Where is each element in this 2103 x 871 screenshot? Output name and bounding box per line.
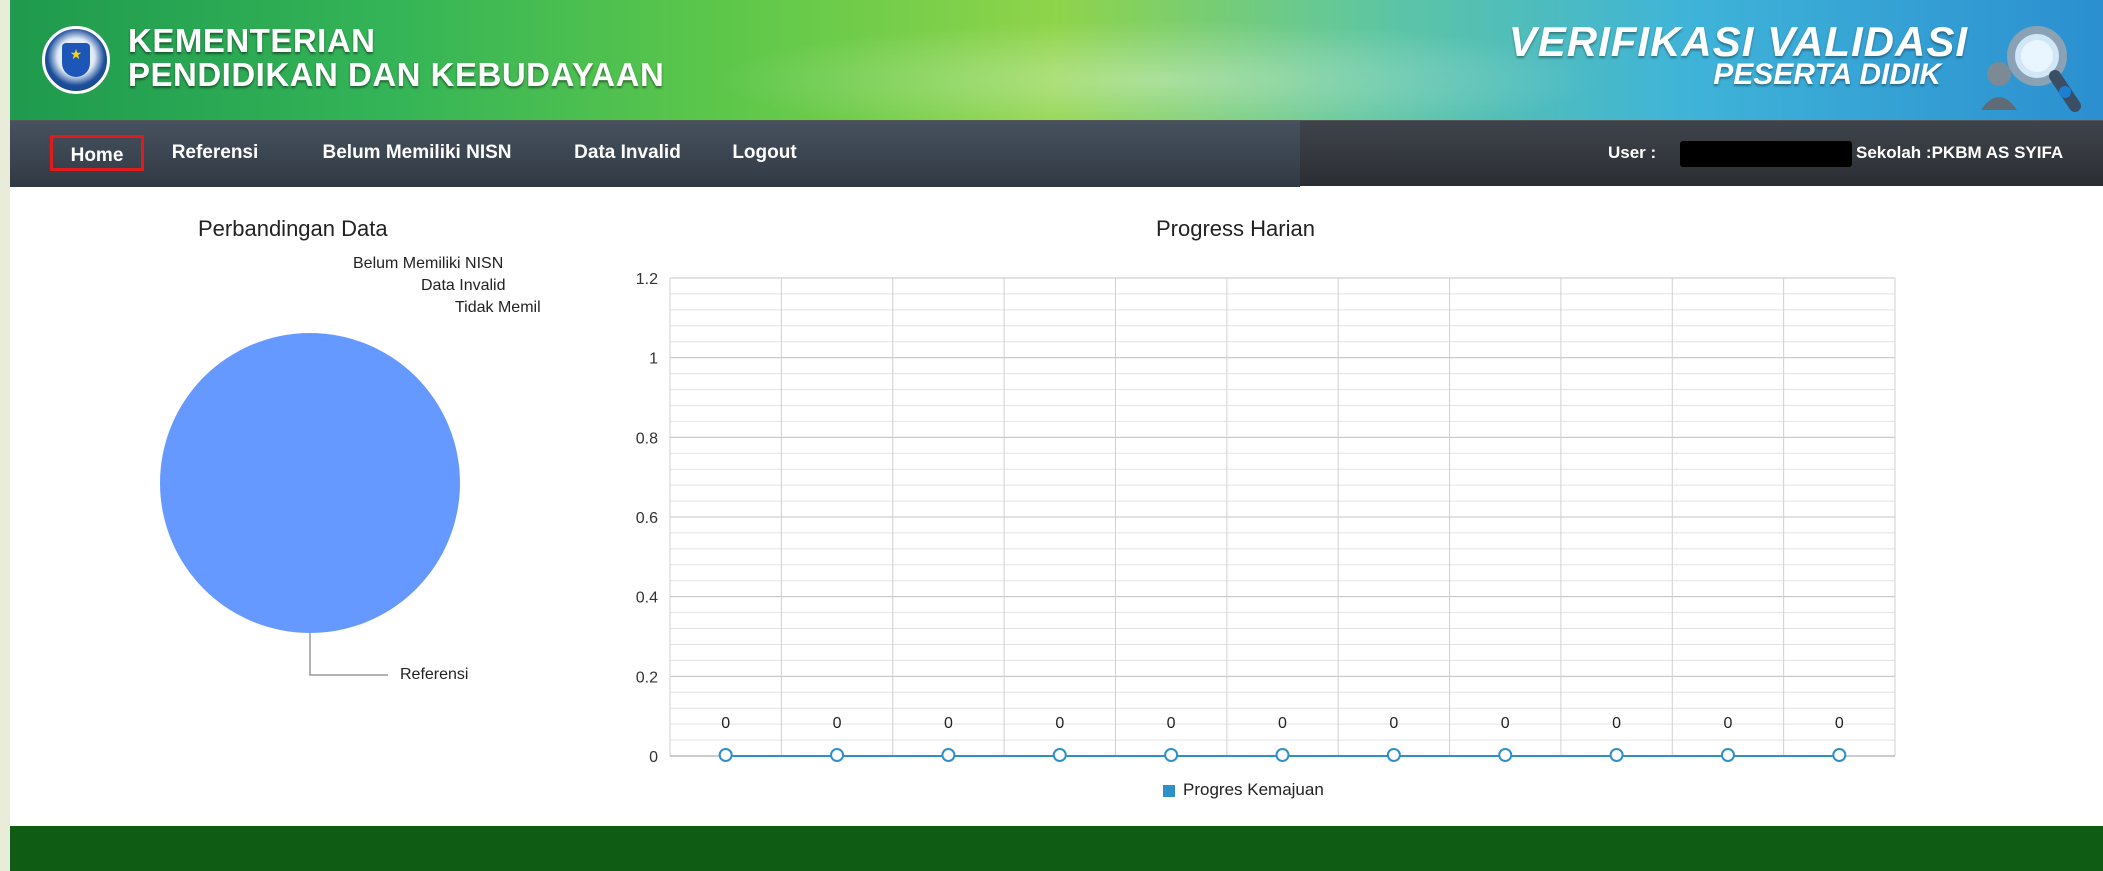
data-label: 0 (1278, 715, 1287, 732)
pie-connector-referensi (309, 633, 388, 676)
pie-label-belum-memiliki-nisn: Belum Memiliki NISN (353, 255, 504, 272)
data-point (941, 748, 956, 762)
y-tick-label: 1 (649, 351, 658, 368)
data-label: 0 (721, 715, 730, 732)
data-point (1609, 748, 1624, 762)
data-label: 0 (1167, 715, 1176, 732)
pie-chart (160, 333, 460, 676)
y-tick-label: 1.2 (636, 271, 658, 288)
data-point (1052, 748, 1067, 762)
y-tick-label: 0.8 (636, 430, 658, 447)
pie-label-data-invalid: Data Invalid (421, 277, 506, 294)
banner-glow (710, 20, 1610, 120)
pie-label-tidak-memil: Tidak Memil (455, 299, 541, 316)
data-label: 0 (1389, 715, 1398, 732)
data-point (1386, 748, 1401, 762)
line-chart-title: Progress Harian (1156, 216, 1315, 241)
app-title-line2: PESERTA DIDIK (1713, 58, 1941, 91)
data-label: 0 (1724, 715, 1733, 732)
legend-label-progres-kemajuan: Progres Kemajuan (1183, 780, 1324, 799)
y-tick-label: 0.4 (636, 590, 658, 607)
nav-logout[interactable]: Logout (722, 135, 807, 171)
progress-line-chart: 0 0.2 0.4 0.6 0.8 1 1.2 0 0 0 0 0 0 0 0 0 0 0 (636, 271, 1896, 766)
data-label: 0 (1612, 715, 1621, 732)
data-point (1720, 748, 1735, 762)
data-label: 0 (1501, 715, 1510, 732)
redacted-username (1680, 141, 1852, 167)
y-tick-label: 0.6 (636, 510, 658, 527)
pie-slice-referensi (160, 333, 460, 633)
magnifier-user-icon (1981, 26, 2081, 112)
footer-bar (10, 826, 2103, 871)
data-label: 0 (944, 715, 953, 732)
left-edge-strip (0, 0, 10, 871)
y-tick-label: 0.2 (636, 669, 658, 686)
y-tick-label: 0 (649, 749, 658, 766)
school-label: Sekolah :PKBM AS SYIFA (1856, 143, 2064, 162)
data-point (1275, 748, 1290, 762)
data-label: 0 (833, 715, 842, 732)
pie-label-referensi: Referensi (400, 666, 469, 683)
user-label: User : (1608, 143, 1657, 162)
data-point (1832, 748, 1847, 762)
data-point (718, 748, 733, 762)
data-label: 0 (1835, 715, 1844, 732)
legend-swatch-progres-kemajuan (1163, 785, 1175, 797)
app-window: ★ KEMENTERIAN PENDIDIKAN DAN KEBUDAYAAN … (10, 0, 2103, 871)
data-point (1164, 748, 1179, 762)
data-point (1498, 748, 1513, 762)
data-point (830, 748, 845, 762)
data-label: 0 (1055, 715, 1064, 732)
